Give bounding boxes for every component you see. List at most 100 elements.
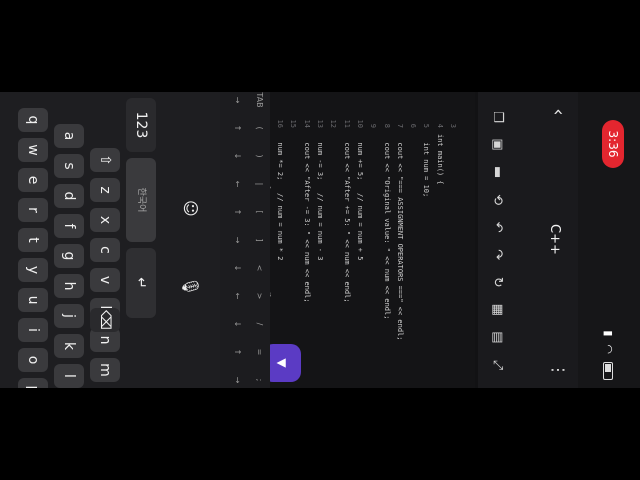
symbol-key[interactable]: → [230, 92, 244, 108]
keyboard: qwertyuiop asdfghjkl ⇧ zxcvbnm 123 한국어 ↵… [0, 92, 220, 388]
key-g[interactable]: g [54, 244, 84, 268]
device-screen: 3:36 ▮ ◠ ‹ C++ ⋮ ❐ ▣ ▬ ⟲ ↶ ↷ ↻ ▦ ▤ ⤢ 3 4 5 6 7 8 9 10 11 1… [0, 92, 640, 388]
symbol-key[interactable]: ( [252, 120, 266, 136]
code-line: int num = 10; [422, 134, 431, 198]
symbol-key[interactable]: ↑ [230, 204, 244, 220]
line-number: 3 [449, 123, 457, 128]
space-key[interactable]: 한국어 [126, 158, 156, 242]
mic-icon[interactable]: 🎙 [181, 276, 200, 296]
clock: 3:36 [602, 120, 624, 168]
key-p[interactable]: p [18, 378, 48, 388]
symbol-key[interactable]: ↓ [230, 148, 244, 164]
symbol-key[interactable]: ; [252, 372, 266, 388]
line-number: 4 [435, 123, 444, 128]
symbol-key[interactable]: ← [230, 176, 244, 192]
line-number: 11 [342, 119, 351, 128]
key-j[interactable]: j [54, 304, 84, 328]
key-o[interactable]: o [18, 348, 48, 372]
key-row-4: 123 한국어 ↵ [126, 98, 156, 318]
symbol-key[interactable]: [ [252, 204, 266, 220]
key-t[interactable]: t [18, 228, 48, 252]
enter-icon[interactable]: ↵ [126, 248, 156, 318]
key-w[interactable]: w [18, 138, 48, 162]
expand-icon[interactable]: ⤢ [486, 354, 508, 376]
refresh-icon[interactable]: ↻ [486, 271, 508, 293]
status-icons: ▮ ◠ [602, 330, 615, 380]
key-u[interactable]: u [18, 288, 48, 312]
line-number: 14 [302, 119, 311, 128]
symbol-key[interactable]: ↓ [230, 260, 244, 276]
key-m[interactable]: m [90, 358, 120, 382]
code-line: int main() { [435, 134, 444, 185]
key-row-3: ⇧ zxcvbnm [90, 148, 120, 382]
shift-icon[interactable]: ⇧ [90, 148, 120, 172]
table-icon[interactable]: ▦ [486, 299, 508, 321]
key-e[interactable]: e [18, 168, 48, 192]
line-number: 9 [369, 123, 378, 128]
line-number: 5 [422, 123, 431, 128]
key-y[interactable]: y [18, 258, 48, 282]
copy-icon[interactable]: ❐ [486, 106, 508, 128]
symbol-key[interactable]: < [252, 260, 266, 276]
window-icon[interactable]: ▣ [486, 134, 508, 156]
key-row-2: asdfghjkl [54, 124, 84, 388]
symbol-bar: TAB () | [] < > / =; → ↑ ↓ ← ↑ → ↓ ← ↓ ↑ → [220, 92, 270, 388]
key-i[interactable]: i [18, 318, 48, 342]
key-r[interactable]: r [18, 198, 48, 222]
key-d[interactable]: d [54, 184, 84, 208]
toolbar: ❐ ▣ ▬ ⟲ ↶ ↷ ↻ ▦ ▤ ⤢ [478, 92, 578, 388]
key-q[interactable]: q [18, 108, 48, 132]
search-replace-icon[interactable]: ⟲ [486, 189, 508, 211]
key-l[interactable]: l [54, 364, 84, 388]
save-icon[interactable]: ▤ [486, 326, 508, 348]
symbol-row: TAB () | [] < > / =; [252, 92, 266, 388]
code-line: cout << "=== ASSIGNMENT OPERATORS ===" <… [395, 134, 404, 341]
symbol-key[interactable]: ↑ [230, 120, 244, 136]
emoji-icon[interactable]: ☺ [181, 200, 200, 217]
code-line: num += 5; // num = num + 5 [355, 134, 364, 261]
symbol-key[interactable]: > [252, 288, 266, 304]
symbol-key[interactable]: → [230, 232, 244, 248]
undo-icon[interactable]: ↶ [486, 216, 508, 238]
symbol-key[interactable]: ↑ [230, 344, 244, 360]
rotated-app-content: 3:36 ▮ ◠ ‹ C++ ⋮ ❐ ▣ ▬ ⟲ ↶ ↷ ↻ ▦ ▤ ⤢ 3 4 5 6 7 8 9 10 11 1… [0, 92, 640, 388]
key-z[interactable]: z [90, 178, 120, 202]
numbers-key[interactable]: 123 [126, 98, 156, 152]
symbol-key[interactable]: | [252, 176, 266, 192]
symbol-key[interactable]: / [252, 316, 266, 332]
symbol-key[interactable]: = [252, 344, 266, 360]
key-v[interactable]: v [90, 268, 120, 292]
line-number: 16 [276, 119, 285, 128]
redo-icon[interactable]: ↷ [486, 244, 508, 266]
symbol-key[interactable]: TAB [252, 92, 266, 108]
key-x[interactable]: x [90, 208, 120, 232]
symbol-key[interactable]: → [230, 372, 244, 388]
signal-icon: ▮ [602, 330, 615, 337]
key-a[interactable]: a [54, 124, 84, 148]
symbol-key[interactable]: ← [230, 288, 244, 304]
status-bar: 3:36 ▮ ◠ [578, 92, 640, 388]
key-k[interactable]: k [54, 334, 84, 358]
symbol-key[interactable]: ) [252, 148, 266, 164]
toggle-icon[interactable]: ▬ [486, 161, 508, 183]
toolbar-buttons: ❐ ▣ ▬ ⟲ ↶ ↷ ↻ ▦ ▤ ⤢ [486, 106, 508, 376]
line-number: 8 [382, 123, 391, 128]
symbol-key[interactable]: ↓ [230, 316, 244, 332]
code-editor[interactable]: 34567891011121314151617181920212223 int … [183, 92, 475, 388]
battery-icon [603, 362, 613, 380]
symbol-key[interactable]: ] [252, 232, 266, 248]
code-line: cout << "After += 5: " << num << endl; [342, 134, 351, 303]
code-line: cout << "After -= 3: " << num << endl; [302, 134, 311, 303]
key-h[interactable]: h [54, 274, 84, 298]
backspace-icon[interactable]: ⌫ [90, 308, 120, 332]
key-c[interactable]: c [90, 238, 120, 262]
key-f[interactable]: f [54, 214, 84, 238]
line-number: 6 [409, 123, 418, 128]
line-number: 13 [316, 119, 325, 128]
key-s[interactable]: s [54, 154, 84, 178]
arrow-row: → ↑ ↓ ← ↑ → ↓ ← ↓ ↑ → [230, 92, 244, 388]
